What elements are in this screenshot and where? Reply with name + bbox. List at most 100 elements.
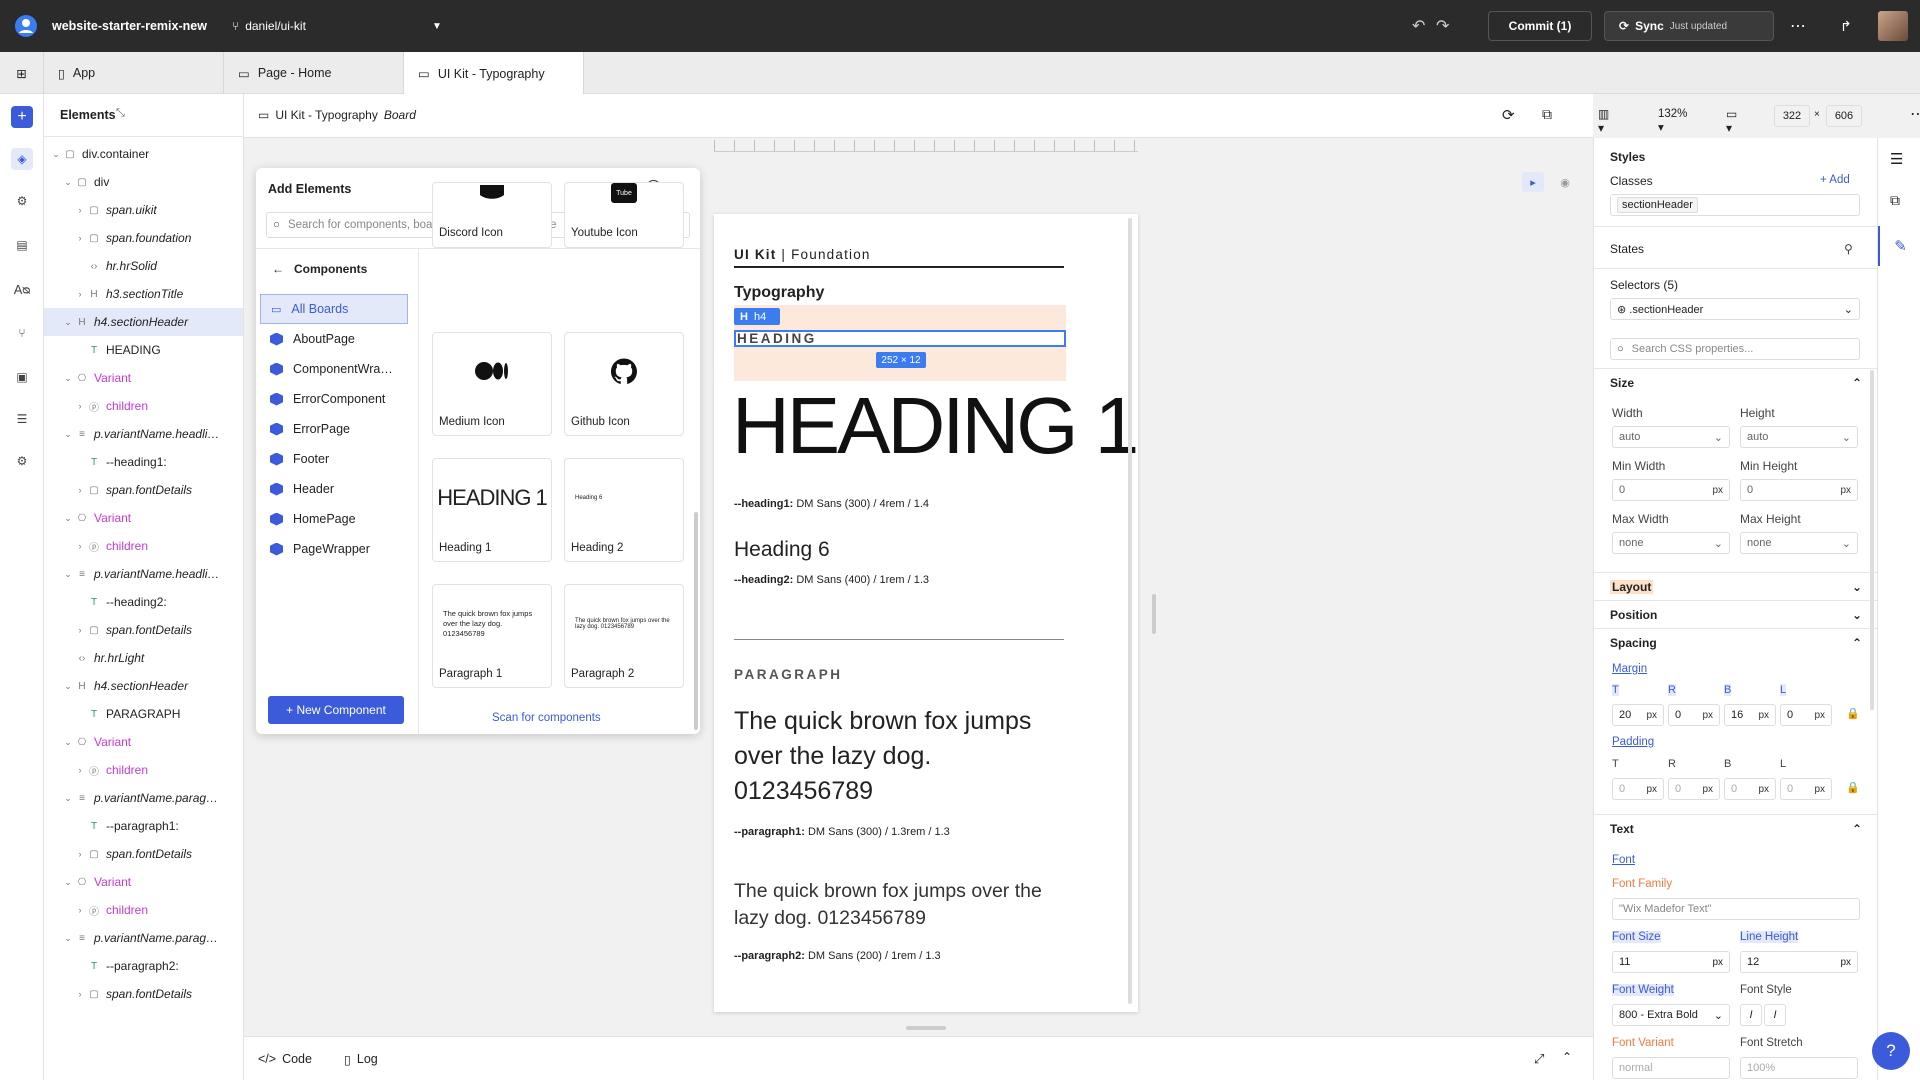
more-icon[interactable]: ⋯ bbox=[1790, 0, 1806, 52]
tree-item[interactable]: T --heading2: bbox=[44, 588, 243, 616]
settings-icon[interactable]: ⚙ bbox=[11, 450, 33, 472]
padding-input[interactable]: 0 px bbox=[1780, 778, 1832, 800]
lock-icon[interactable]: 🔒 bbox=[1846, 707, 1860, 720]
component-card[interactable]: Medium Icon bbox=[432, 332, 552, 436]
pages-icon[interactable]: ▤ bbox=[11, 234, 33, 256]
tree-item[interactable]: ‹› hr.hrLight bbox=[44, 644, 243, 672]
component-list-item[interactable]: ▭ All Boards bbox=[260, 294, 408, 324]
undo-icon[interactable]: ↶ bbox=[1412, 0, 1425, 52]
chevron-icon[interactable]: › bbox=[74, 205, 86, 215]
section-header-heading[interactable]: HEADING bbox=[734, 330, 1066, 347]
viewport-height-input[interactable]: 606 bbox=[1826, 105, 1862, 127]
more-icon[interactable]: ⋯ bbox=[1910, 104, 1920, 124]
components-back-button[interactable]: ← Components bbox=[272, 262, 367, 276]
tree-item[interactable]: ⌄ ≡ p.variantName.headli… bbox=[44, 420, 243, 448]
chevron-icon[interactable]: › bbox=[74, 989, 86, 999]
component-card[interactable]: Tube Youtube Icon bbox=[564, 182, 684, 248]
min-height-input[interactable]: 0 px bbox=[1740, 479, 1858, 501]
margin-input[interactable]: 0 px bbox=[1780, 704, 1832, 726]
git-icon[interactable]: ⑂ bbox=[11, 322, 33, 344]
chevron-icon[interactable]: ⌄ bbox=[62, 933, 74, 944]
avatar[interactable] bbox=[1878, 0, 1908, 52]
chevron-icon[interactable]: › bbox=[74, 289, 86, 299]
refresh-icon[interactable]: ⟳ bbox=[1502, 106, 1515, 124]
component-list-item[interactable]: AboutPage bbox=[260, 324, 408, 354]
italic-toggle-icon[interactable]: I bbox=[1740, 1004, 1762, 1026]
table-icon[interactable]: ☰ bbox=[11, 408, 33, 430]
tab-app[interactable]: ▯ App bbox=[44, 52, 224, 94]
tree-item[interactable]: ⌄ ▢ div.container bbox=[44, 140, 243, 168]
expand-icon[interactable]: ⤢ bbox=[1534, 1051, 1544, 1067]
chevron-icon[interactable]: ⌄ bbox=[62, 877, 74, 888]
tree-item[interactable]: › ⓟ children bbox=[44, 756, 243, 784]
tree-item[interactable]: T PARAGRAPH bbox=[44, 700, 243, 728]
grid-icon[interactable]: ⊞ bbox=[0, 52, 44, 94]
chevron-icon[interactable]: › bbox=[74, 625, 86, 635]
tree-item[interactable]: › ⓟ children bbox=[44, 532, 243, 560]
component-card[interactable]: Discord Icon bbox=[432, 182, 552, 248]
component-list-item[interactable]: Footer bbox=[260, 444, 408, 474]
line-height-input[interactable]: 12 px bbox=[1740, 951, 1858, 973]
spacing-section-header[interactable]: Spacing ⌃ bbox=[1594, 628, 1878, 656]
tree-item[interactable]: ⌄ Hh4.sectionHeader bbox=[44, 672, 243, 700]
viewport-width-input[interactable]: 322 bbox=[1774, 105, 1810, 127]
inspect-icon[interactable]: ⧉ bbox=[1890, 192, 1900, 209]
tree-item[interactable]: › ⓟ children bbox=[44, 392, 243, 420]
component-card[interactable]: Github Icon bbox=[564, 332, 684, 436]
zoom-select[interactable]: 132% ▾ bbox=[1658, 108, 1687, 134]
preview-icon[interactable]: ◉ bbox=[1554, 172, 1576, 192]
component-list-item[interactable]: PageWrapper bbox=[260, 534, 408, 564]
chevron-icon[interactable]: › bbox=[74, 233, 86, 243]
max-width-select[interactable]: none ⌄ bbox=[1612, 532, 1730, 554]
new-component-button[interactable]: + New Component bbox=[268, 696, 404, 724]
resize-handle[interactable] bbox=[1152, 594, 1156, 634]
brush-icon[interactable]: ✎ bbox=[1878, 226, 1920, 266]
tree-item[interactable]: › ▢ span.fontDetails bbox=[44, 616, 243, 644]
chevron-icon[interactable]: › bbox=[74, 905, 86, 915]
chevron-icon[interactable]: ⌄ bbox=[62, 793, 74, 804]
panel-scrollbar[interactable] bbox=[1870, 370, 1874, 710]
font-variant-input[interactable]: normal bbox=[1612, 1057, 1730, 1079]
share-icon[interactable]: ↱ bbox=[1840, 0, 1852, 52]
chevron-icon[interactable]: ⌄ bbox=[62, 513, 74, 524]
chevron-up-icon[interactable]: ⌃ bbox=[1562, 1050, 1572, 1064]
component-card[interactable]: The quick brown fox jumps over the lazy … bbox=[564, 584, 684, 688]
tree-item[interactable]: › ▢ span.foundation bbox=[44, 224, 243, 252]
min-width-input[interactable]: 0 px bbox=[1612, 479, 1730, 501]
commit-button[interactable]: Commit (1) bbox=[1488, 11, 1592, 41]
board-scrollbar[interactable] bbox=[1128, 218, 1132, 1004]
terminal-icon[interactable]: ▣ bbox=[11, 366, 33, 388]
chevron-icon[interactable]: ⌄ bbox=[62, 429, 74, 440]
tree-item[interactable]: ⌄ ≡ p.variantName.parag… bbox=[44, 784, 243, 812]
add-class-button[interactable]: + Add bbox=[1820, 174, 1850, 186]
tree-item[interactable]: T --paragraph1: bbox=[44, 812, 243, 840]
class-input[interactable]: sectionHeader bbox=[1610, 194, 1860, 216]
artboard[interactable]: UI Kit | Foundation Typography Hh4 HEADI… bbox=[714, 214, 1139, 1012]
component-list-item[interactable]: ErrorPage bbox=[260, 414, 408, 444]
component-card[interactable]: Heading 6 Heading 2 bbox=[564, 458, 684, 562]
tree-item[interactable]: › ▢ span.fontDetails bbox=[44, 980, 243, 1008]
app-logo[interactable] bbox=[14, 0, 38, 52]
log-tab[interactable]: ▯ Log bbox=[344, 1052, 378, 1067]
scrollbar[interactable] bbox=[694, 512, 698, 730]
chevron-icon[interactable]: ⌄ bbox=[62, 373, 74, 384]
tree-item[interactable]: › ▢ span.uikit bbox=[44, 196, 243, 224]
tree-item[interactable]: ⌄ ⎔ Variant bbox=[44, 728, 243, 756]
italic-toggle-icon[interactable]: I bbox=[1764, 1004, 1786, 1026]
scan-link[interactable]: Scan for components bbox=[492, 712, 601, 724]
chevron-icon[interactable]: ⌄ bbox=[62, 737, 74, 748]
branch-selector[interactable]: ⑂ daniel/ui-kit bbox=[232, 0, 306, 52]
css-search-input[interactable]: ○ Search CSS properties... bbox=[1610, 338, 1860, 360]
chevron-icon[interactable]: › bbox=[74, 849, 86, 859]
code-tab[interactable]: </> Code bbox=[258, 1052, 312, 1066]
chevron-icon[interactable]: ⌄ bbox=[62, 681, 74, 692]
font-label[interactable]: Font bbox=[1612, 854, 1635, 866]
tree-item[interactable]: ⌄ ≡ p.variantName.headli… bbox=[44, 560, 243, 588]
tab-page-home[interactable]: ▭ Page - Home bbox=[224, 52, 404, 94]
sliders-icon[interactable]: ☰ bbox=[1890, 150, 1903, 168]
max-height-select[interactable]: none ⌄ bbox=[1740, 532, 1858, 554]
chevron-icon[interactable]: ⌄ bbox=[62, 317, 74, 328]
layout-section-header[interactable]: Layout ⌄ bbox=[1594, 572, 1878, 600]
margin-label[interactable]: Margin bbox=[1612, 663, 1647, 675]
component-list-item[interactable]: HomePage bbox=[260, 504, 408, 534]
